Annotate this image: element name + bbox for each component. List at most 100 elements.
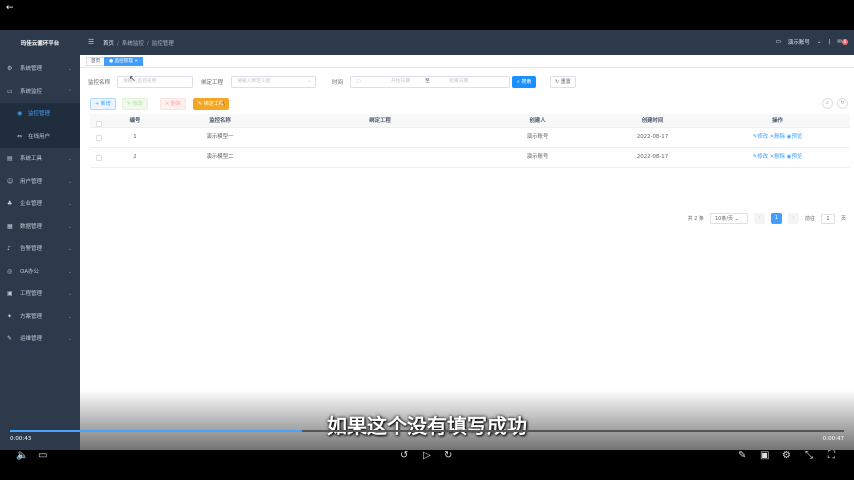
table-row: 1 演示模型一 演示账号 2022-08-17 ✎修改 ✕删除 ◉预览 <box>90 128 850 148</box>
prev-page-button[interactable]: ‹ <box>753 213 765 224</box>
cell-time: 2022-08-17 <box>636 134 669 140</box>
globe-icon: ◎ <box>7 267 13 275</box>
bell-icon[interactable]: ✉ 6 <box>837 39 848 45</box>
chevron-down-icon: ⌄ <box>67 223 72 230</box>
pen-icon[interactable]: ✎ <box>738 450 746 462</box>
gear-icon: ⚙ <box>7 65 13 72</box>
sidebar-item-company[interactable]: ♣ 企业管理 ⌄ <box>0 193 80 216</box>
end-date-placeholder: 结束日期 <box>449 79 469 84</box>
goto-label: 前往 <box>804 216 815 222</box>
chevron-down-icon: ⌄ <box>67 291 72 297</box>
cell-creator: 演示账号 <box>526 154 549 160</box>
col-header-name: 监控名称 <box>209 118 231 124</box>
tab-monitor-manage[interactable]: ● 监控管理 × <box>104 57 144 66</box>
sidebar-item-tools[interactable]: ▤ 系统工具 ⌄ <box>0 148 80 171</box>
user-icon: ☺ <box>7 177 14 185</box>
sidebar-item-users[interactable]: ☺ 用户管理 ⌄ <box>0 171 80 194</box>
page-size-select[interactable]: 10条/页 ⌄ <box>709 213 748 224</box>
row-checkbox[interactable] <box>96 155 102 161</box>
toggle-search-icon[interactable]: ⌕ <box>822 98 833 109</box>
screen-icon[interactable]: ▭ <box>776 39 781 45</box>
video-progress-bar[interactable] <box>10 430 844 432</box>
video-subtitle: 如果这个没有填写成功 <box>327 414 527 438</box>
goto-input[interactable]: 1 <box>820 213 835 224</box>
sidebar-item-ops[interactable]: ✎ 运维管理 ⌄ <box>0 328 80 351</box>
row-delete-link[interactable]: ✕删除 <box>770 154 785 160</box>
video-top-bar: ← <box>0 0 854 30</box>
select-all-checkbox[interactable] <box>96 121 102 127</box>
edit-button[interactable]: ✎ 修改 <box>122 98 148 110</box>
notification-badge: 6 <box>842 39 848 45</box>
chevron-down-icon: ⌄ <box>67 156 72 162</box>
volume-icon[interactable]: 🔈 <box>16 450 28 462</box>
settings-icon[interactable]: ⚙ <box>782 450 791 462</box>
breadcrumb-home[interactable]: 首页 <box>103 41 114 47</box>
col-header-time: 创建时间 <box>641 118 664 124</box>
company-icon: ♣ <box>7 200 13 207</box>
cell-time: 2022-08-17 <box>636 154 669 160</box>
col-header-actions: 操作 <box>772 118 783 124</box>
sidebar-item-label: 数据管理 <box>20 223 43 230</box>
search-button[interactable]: ⌕ 搜索 <box>512 76 537 88</box>
refresh-table-icon[interactable]: ↻ <box>837 98 848 109</box>
sidebar-item-monitor[interactable]: ▭ 系统监控 ⌃ <box>0 81 80 104</box>
app-header: ☰ 首页 / 系统监控 / 监控管理 ▭ 演示账号 ⌄ | ✉ 6 <box>80 30 854 55</box>
row-preview-link[interactable]: ◉预览 <box>787 154 803 160</box>
reset-button-label: 重置 <box>560 79 571 85</box>
exit-fullscreen-icon[interactable]: ⤡ <box>805 450 813 462</box>
sidebar-item-plan[interactable]: ✦ 方案管理 ⌄ <box>0 306 80 329</box>
sidebar-item-oa[interactable]: ◎ OA办公 ⌄ <box>0 261 80 284</box>
wrench-icon: ✎ <box>7 335 13 342</box>
forward-icon[interactable]: ↻ <box>444 450 452 462</box>
data-icon: ▦ <box>7 222 13 230</box>
tags-bar: 首页 ● 监控管理 × <box>80 55 854 68</box>
row-edit-link[interactable]: ✎修改 <box>753 154 768 160</box>
add-button-label: 新增 <box>100 101 111 107</box>
caption-icon[interactable]: ▣ <box>760 450 769 462</box>
cell-name: 演示模型二 <box>206 154 234 160</box>
account-name[interactable]: 演示账号 <box>788 38 810 46</box>
fullscreen-icon[interactable]: ⛶ <box>828 450 835 462</box>
cell-actions: ✎修改 ✕删除 ◉预览 <box>730 148 825 167</box>
link-icon: ⇔ <box>17 132 23 140</box>
sidebar-item-label: 工程管理 <box>20 291 43 297</box>
date-range-picker[interactable]: ▢ 开始日期 至 结束日期 <box>350 76 510 88</box>
row-checkbox[interactable] <box>96 135 102 141</box>
hamburger-icon[interactable]: ☰ <box>88 38 94 46</box>
back-arrow-icon[interactable]: ← <box>6 3 14 13</box>
row-preview-link[interactable]: ◉预览 <box>787 134 803 140</box>
rewind-icon[interactable]: ↺ <box>400 450 408 462</box>
next-page-button[interactable]: › <box>787 213 799 224</box>
sidebar-item-alerts[interactable]: ♪ 告警管理 ⌄ <box>0 238 80 261</box>
monitor-name-label: 监控名称 <box>88 80 111 86</box>
page-unit: 页 <box>840 216 846 222</box>
chevron-down-icon: ⌄ <box>67 201 72 207</box>
playlist-icon[interactable]: ▭ <box>38 450 47 462</box>
sidebar-item-online-users[interactable]: ⇔ 在线用户 <box>0 125 80 148</box>
page-number-current[interactable]: 1 <box>770 213 782 224</box>
sidebar-item-system[interactable]: ⚙ 系统管理 ⌄ <box>0 58 80 81</box>
edit-link-label: 修改 <box>757 134 769 140</box>
project-select[interactable]: 请输入绑定工程 ⌄ <box>231 76 316 88</box>
alert-icon: ♪ <box>7 245 11 252</box>
hand-cursor-icon: ☝ <box>220 99 225 108</box>
sidebar-item-data[interactable]: ▦ 数据管理 ⌄ <box>0 216 80 239</box>
breadcrumb-current: 监控管理 <box>151 41 174 47</box>
row-delete-link[interactable]: ✕删除 <box>770 134 785 140</box>
sidebar-item-monitor-manage[interactable]: ◉ 监控管理 <box>0 103 80 126</box>
divider: | <box>828 39 831 45</box>
play-icon[interactable]: ▷ <box>423 450 431 462</box>
row-edit-link[interactable]: ✎修改 <box>753 134 768 140</box>
total-count: 共 2 条 <box>687 216 704 222</box>
sidebar-item-label: 在线用户 <box>28 133 51 140</box>
reset-button[interactable]: ↻ 重置 <box>550 76 576 88</box>
page-size-value: 10条/页 <box>714 216 734 222</box>
video-frame: 玛佳云循环平台 ⚙ 系统管理 ⌄ ▭ 系统监控 ⌃ ◉ 监控管理 ⇔ 在线用户 ▤ 系统工具 ⌄… <box>0 30 854 450</box>
chevron-down-icon: ⌄ <box>67 178 72 185</box>
tab-home[interactable]: 首页 <box>86 57 106 66</box>
preview-link-label: 预览 <box>791 154 803 160</box>
search-button-label: 搜索 <box>521 79 532 85</box>
delete-button[interactable]: ✕ 删除 <box>160 98 186 110</box>
add-button[interactable]: + 新增 <box>90 98 116 110</box>
sidebar-item-project[interactable]: ▣ 工程管理 ⌄ <box>0 283 80 306</box>
